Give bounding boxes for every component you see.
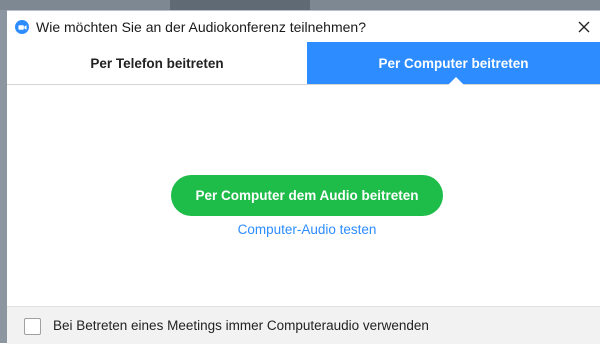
background-shade (170, 0, 310, 10)
footer-bar: Bei Betreten eines Meetings immer Comput… (7, 306, 600, 344)
selected-tab-indicator (448, 77, 464, 85)
checkbox-label: Bei Betreten eines Meetings immer Comput… (53, 318, 429, 333)
close-button[interactable] (569, 13, 599, 41)
tab-computer[interactable]: Per Computer beitreten (307, 42, 600, 85)
join-computer-audio-button[interactable]: Per Computer dem Audio beitreten (171, 175, 443, 216)
join-button-label: Per Computer dem Audio beitreten (195, 188, 419, 203)
test-link-label: Computer-Audio testen (237, 222, 377, 237)
background-window-edge (0, 10, 7, 343)
test-computer-audio-link[interactable]: Computer-Audio testen (171, 222, 443, 237)
close-icon (578, 21, 590, 33)
tab-phone-label: Per Telefon beitreten (90, 55, 224, 71)
dialog-title: Wie möchten Sie an der Audiokonferenz te… (36, 19, 366, 35)
camera-icon (15, 20, 29, 34)
always-use-computer-audio-checkbox[interactable] (24, 318, 41, 335)
background-window-strip (0, 0, 600, 10)
tab-computer-label: Per Computer beitreten (378, 55, 529, 71)
title-bar: Wie möchten Sie an der Audiokonferenz te… (7, 11, 600, 42)
tab-bar: Per Telefon beitreten Per Computer beitr… (7, 42, 600, 85)
tab-phone[interactable]: Per Telefon beitreten (7, 42, 308, 84)
